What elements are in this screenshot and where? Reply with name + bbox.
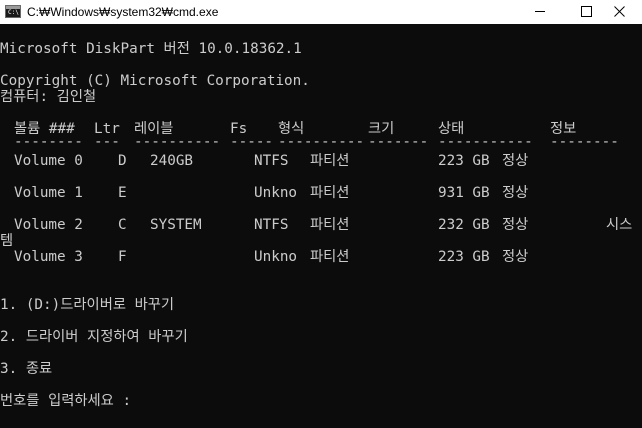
computer-name-line: 컴퓨터: 김인철 [0,89,97,105]
col-divider-type: ---------- [278,134,365,150]
col-divider-volume: -------- [14,134,83,150]
volume-name: Volume 0 [14,153,83,169]
volume-letter: F [118,249,127,265]
volume-letter: E [118,185,127,201]
cmd-window: C:\ C:₩Windows₩system32₩cmd.exe Microsof… [0,0,642,428]
volume-fs: Unkno [254,249,298,265]
volume-letter: C [118,217,127,233]
volume-label: 240GB [150,153,194,169]
volume-name: Volume 2 [14,217,83,233]
cmd-icon-label: C:\ [8,9,19,16]
copyright-line: Copyright (C) Microsoft Corporation. [0,73,310,89]
window-title: C:₩Windows₩system32₩cmd.exe [27,5,219,19]
volume-size: 223 GB [438,249,490,265]
col-divider-info: -------- [550,134,619,150]
volume-fs: Unkno [254,185,298,201]
volume-size: 223 GB [438,153,490,169]
volume-status: 정상 [502,249,529,265]
diskpart-version-line: Microsoft DiskPart 버전 10.0.18362.1 [0,41,302,57]
volume-info: 시스 [606,217,633,233]
cmd-icon[interactable]: C:\ [5,5,21,18]
volume-status: 정상 [502,185,529,201]
volume-label: SYSTEM [150,217,202,233]
col-divider-status: ----------- [438,134,533,150]
menu-option-2: 2. 드라이버 지정하여 바꾸기 [0,329,188,345]
volume-size: 232 GB [438,217,490,233]
input-prompt[interactable]: 번호를 입력하세요 : [0,393,131,409]
col-divider-fs: ----- [230,134,274,150]
volume-info-wrap: 템 [0,233,14,249]
volume-type: 파티션 [310,249,350,265]
close-icon [614,6,625,17]
menu-option-3: 3. 종료 [0,361,53,377]
console-output[interactable]: Microsoft DiskPart 버전 10.0.18362.1 Copyr… [0,24,642,428]
volume-type: 파티션 [310,217,350,233]
volume-size: 931 GB [438,185,490,201]
volume-fs: NTFS [254,217,289,233]
volume-name: Volume 3 [14,249,83,265]
volume-type: 파티션 [310,185,350,201]
col-divider-ltr: --- [94,134,120,150]
volume-name: Volume 1 [14,185,83,201]
col-divider-size: ------- [368,134,429,150]
volume-letter: D [118,153,127,169]
volume-fs: NTFS [254,153,289,169]
volume-status: 정상 [502,153,529,169]
close-button[interactable] [596,0,642,24]
title-bar[interactable]: C:\ C:₩Windows₩system32₩cmd.exe [0,0,642,24]
col-divider-label: ---------- [134,134,221,150]
volume-status: 정상 [502,217,529,233]
minimize-button[interactable] [517,0,563,24]
menu-option-1: 1. (D:)드라이버로 바꾸기 [0,297,175,313]
volume-type: 파티션 [310,153,350,169]
